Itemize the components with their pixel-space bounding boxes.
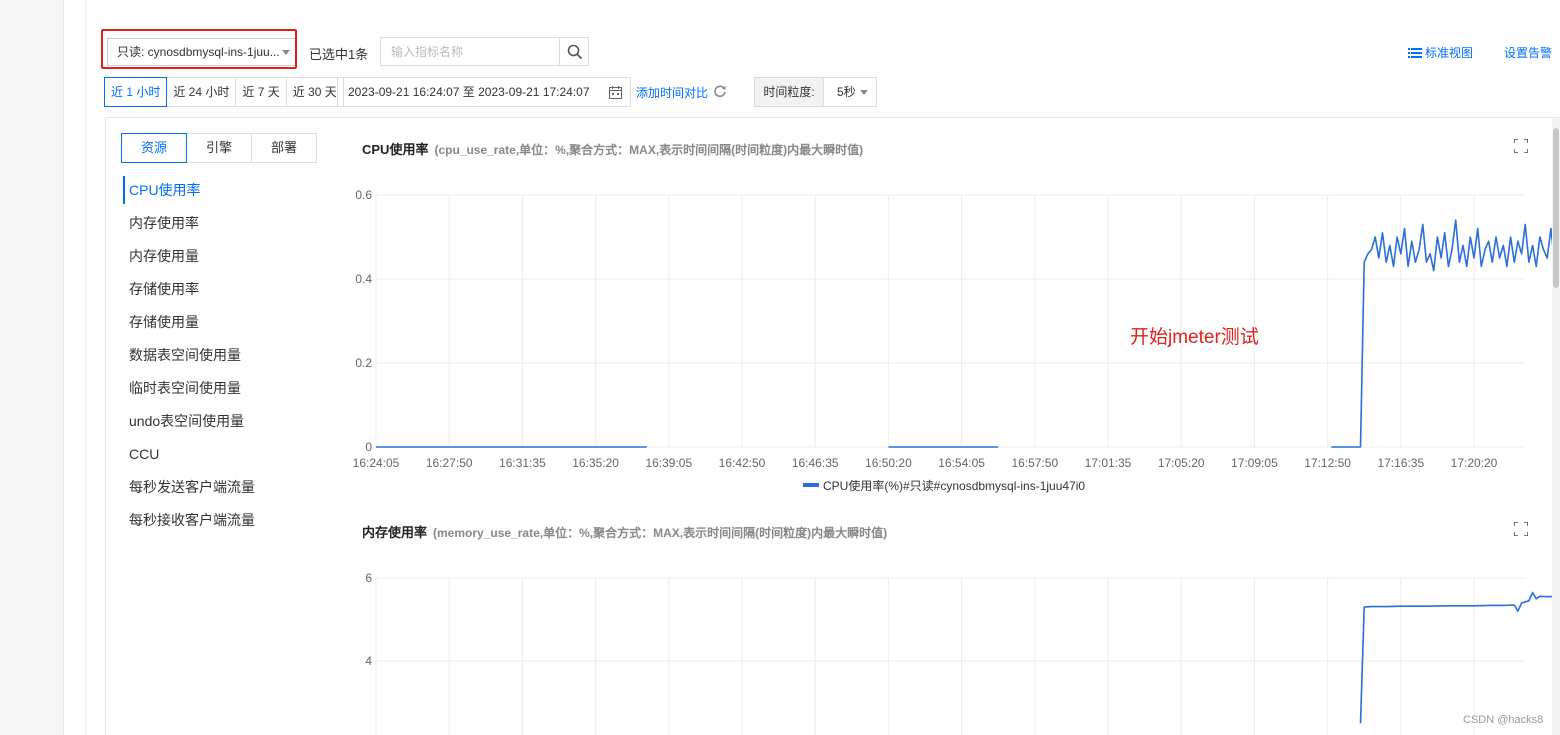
refresh-icon[interactable]	[713, 84, 727, 98]
search-button[interactable]	[559, 37, 589, 66]
x-tick-label: 17:12:50	[1304, 456, 1351, 470]
instance-select-value: 只读: cynosdbmysql-ins-1juu...	[117, 45, 280, 59]
cpu-chart-subtitle: (cpu_use_rate,单位：%,聚合方式：MAX,表示时间间隔(时间粒度)…	[434, 143, 864, 157]
date-range-picker[interactable]: 2023-09-21 16:24:07 至 2023-09-21 17:24:0…	[337, 77, 631, 107]
x-tick-label: 17:16:35	[1377, 456, 1424, 470]
y-tick-label: 0.6	[355, 188, 372, 202]
chevron-down-icon	[282, 50, 290, 55]
cpu-chart-title: CPU使用率 (cpu_use_rate,单位：%,聚合方式：MAX,表示时间间隔…	[362, 139, 863, 158]
granularity-select[interactable]: 5秒	[823, 77, 877, 107]
cpu-series-line	[376, 219, 1560, 448]
metric-item[interactable]: 存储使用量	[123, 308, 255, 341]
annotation-text: 开始jmeter测试	[1130, 327, 1259, 348]
memory-chart-title: 内存使用率 (memory_use_rate,单位：%,聚合方式：MAX,表示时间…	[362, 522, 887, 541]
x-tick-label: 16:46:35	[792, 456, 839, 470]
tab-deployment[interactable]: 部署	[251, 133, 317, 163]
list-icon	[1408, 47, 1422, 58]
memory-usage-chart: 46	[365, 571, 1560, 735]
legend-label: CPU使用率(%)#只读#cynosdbmysql-ins-1juu47i0	[823, 478, 1085, 493]
fullscreen-icon[interactable]	[1514, 139, 1528, 153]
legend-swatch	[803, 483, 819, 487]
metric-item[interactable]: 每秒发送客户端流量	[123, 473, 255, 506]
metric-item[interactable]: 每秒接收客户端流量	[123, 506, 255, 539]
y-tick-label: 6	[365, 571, 372, 585]
search-icon	[567, 44, 583, 60]
time-tab-24h[interactable]: 近 24 小时	[166, 77, 237, 107]
metric-item[interactable]: 存储使用率	[123, 275, 255, 308]
granularity-value: 5秒	[837, 85, 856, 99]
standard-view-link[interactable]: 标准视图	[1408, 44, 1473, 61]
x-tick-label: 17:05:20	[1158, 456, 1205, 470]
x-tick-label: 17:01:35	[1085, 456, 1132, 470]
y-tick-label: 4	[365, 654, 372, 668]
standard-view-label: 标准视图	[1425, 46, 1474, 60]
time-range-tabs: 近 1 小时 近 24 小时 近 7 天 近 30 天	[104, 77, 344, 107]
fullscreen-icon[interactable]	[1514, 522, 1528, 536]
metric-item[interactable]: 内存使用量	[123, 242, 255, 275]
scrollbar-thumb[interactable]	[1553, 128, 1559, 288]
time-tab-7d[interactable]: 近 7 天	[235, 77, 287, 107]
x-tick-label: 16:54:05	[938, 456, 985, 470]
x-tick-label: 16:39:05	[645, 456, 692, 470]
x-tick-label: 16:35:20	[572, 456, 619, 470]
cpu-chart-title-text: CPU使用率	[362, 142, 429, 157]
x-tick-label: 16:31:35	[499, 456, 546, 470]
tab-resource[interactable]: 资源	[121, 133, 187, 163]
tab-engine[interactable]: 引擎	[186, 133, 252, 163]
metric-item[interactable]: 数据表空间使用量	[123, 341, 255, 374]
cpu-usage-chart: 0 0.2 0.4 0.6 16:24:05 16:27:50 16:31:35 16:35:…	[353, 188, 1560, 493]
metric-category-tabs: 资源 引擎 部署	[121, 133, 317, 163]
metric-search-input[interactable]	[380, 37, 560, 66]
metric-item[interactable]: 内存使用率	[123, 209, 255, 242]
left-nav-strip	[0, 0, 64, 735]
memory-chart-subtitle: (memory_use_rate,单位：%,聚合方式：MAX,表示时间间隔(时间…	[433, 526, 888, 540]
y-tick-label: 0	[365, 440, 372, 454]
x-tick-label: 17:09:05	[1231, 456, 1278, 470]
x-tick-label: 16:24:05	[353, 456, 400, 470]
memory-chart-title-text: 内存使用率	[362, 525, 428, 540]
date-range-value: 2023-09-21 16:24:07 至 2023-09-21 17:24:0…	[348, 85, 590, 99]
metric-list: CPU使用率 内存使用率 内存使用量 存储使用率 存储使用量 数据表空间使用量 …	[123, 176, 255, 539]
metric-item[interactable]: 临时表空间使用量	[123, 374, 255, 407]
x-tick-label: 16:27:50	[426, 456, 473, 470]
time-tab-1h[interactable]: 近 1 小时	[104, 77, 168, 107]
watermark: CSDN @hacks8	[1463, 714, 1544, 726]
left-nav-gutter	[64, 0, 86, 735]
granularity-label: 时间粒度:	[754, 77, 824, 107]
y-tick-label: 0.2	[355, 356, 372, 370]
x-tick-label: 16:50:20	[865, 456, 912, 470]
x-tick-label: 16:57:50	[1011, 456, 1058, 470]
metric-item[interactable]: undo表空间使用量	[123, 407, 255, 440]
chevron-down-icon	[860, 90, 868, 95]
calendar-icon	[609, 86, 622, 99]
time-tab-30d[interactable]: 近 30 天	[285, 77, 344, 107]
metric-item[interactable]: CPU使用率	[123, 176, 255, 204]
set-alarm-link[interactable]: 设置告警	[1504, 44, 1552, 61]
x-tick-label: 17:20:20	[1451, 456, 1498, 470]
y-tick-label: 0.4	[355, 272, 372, 286]
memory-series-line	[1359, 591, 1560, 724]
add-time-compare-link[interactable]: 添加时间对比	[636, 84, 708, 101]
metric-item[interactable]: CCU	[123, 440, 255, 473]
selected-count: 已选中1条	[309, 47, 369, 62]
instance-select[interactable]: 只读: cynosdbmysql-ins-1juu...	[107, 38, 297, 66]
x-tick-label: 16:42:50	[719, 456, 766, 470]
